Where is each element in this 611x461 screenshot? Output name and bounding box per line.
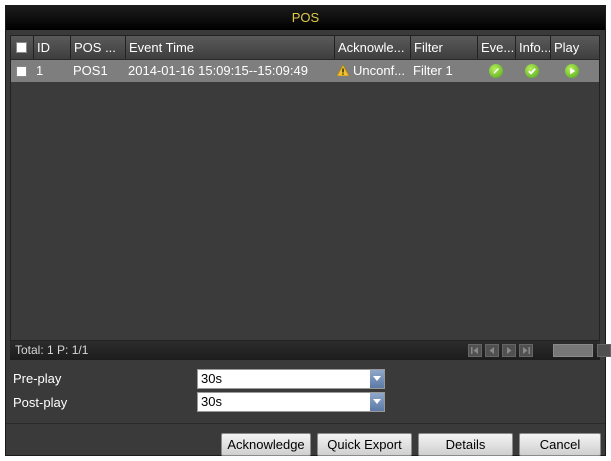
divider [6, 423, 605, 424]
pre-play-value: 30s [201, 371, 222, 386]
details-button[interactable]: Details [418, 433, 513, 456]
chevron-down-icon[interactable] [370, 393, 384, 411]
edit-icon[interactable] [489, 64, 503, 78]
table-row[interactable]: 1 POS1 2014-01-16 15:09:15--15:09:49 Unc… [11, 60, 599, 82]
prev-page-button[interactable] [485, 344, 499, 357]
pos-window: POS ID POS ... Event Time Acknowle... Fi… [5, 5, 611, 456]
table-header: ID POS ... Event Time Acknowle... Filter… [11, 36, 599, 60]
column-header-pos[interactable]: POS ... [70, 36, 125, 59]
row-checkbox[interactable] [16, 66, 27, 77]
chevron-down-icon[interactable] [370, 370, 384, 388]
column-header-id[interactable]: ID [33, 36, 70, 59]
column-header-play[interactable]: Play [550, 36, 599, 59]
go-page-button[interactable] [597, 344, 611, 357]
first-page-button[interactable] [468, 344, 482, 357]
post-play-select[interactable]: 30s [197, 392, 385, 412]
post-play-value: 30s [201, 394, 222, 409]
play-icon[interactable] [565, 64, 579, 78]
page-status: Total: 1 P: 1/1 [15, 343, 89, 357]
pre-play-select[interactable]: 30s [197, 369, 385, 389]
column-header-info[interactable]: Info... [515, 36, 550, 59]
row-acknowledge-cell: Unconf... [334, 60, 410, 82]
pos-event-table: ID POS ... Event Time Acknowle... Filter… [10, 35, 600, 341]
warning-icon [337, 65, 349, 76]
window-title: POS [6, 6, 605, 30]
quick-export-button[interactable]: Quick Export [317, 433, 412, 456]
row-id: 1 [36, 63, 44, 78]
column-header-event-time[interactable]: Event Time [125, 36, 334, 59]
cancel-button[interactable]: Cancel [519, 433, 601, 456]
last-page-button[interactable] [519, 344, 533, 357]
select-all-cell [11, 36, 33, 59]
row-acknowledge-status: Unconf... [353, 63, 406, 78]
table-footer: Total: 1 P: 1/1 [10, 341, 611, 360]
row-pos: POS1 [73, 63, 108, 78]
column-header-filter[interactable]: Filter [410, 36, 477, 59]
row-filter: Filter 1 [413, 63, 453, 78]
column-header-acknowledge[interactable]: Acknowle... [334, 36, 410, 59]
check-icon[interactable] [525, 64, 539, 78]
page-number-input[interactable] [553, 344, 593, 357]
select-all-checkbox[interactable] [16, 42, 27, 53]
next-page-button[interactable] [502, 344, 516, 357]
pre-play-label: Pre-play [13, 371, 62, 386]
row-event-time: 2014-01-16 15:09:15--15:09:49 [128, 63, 308, 78]
acknowledge-button[interactable]: Acknowledge [221, 433, 311, 456]
column-header-event[interactable]: Eve... [477, 36, 515, 59]
post-play-label: Post-play [13, 395, 68, 410]
